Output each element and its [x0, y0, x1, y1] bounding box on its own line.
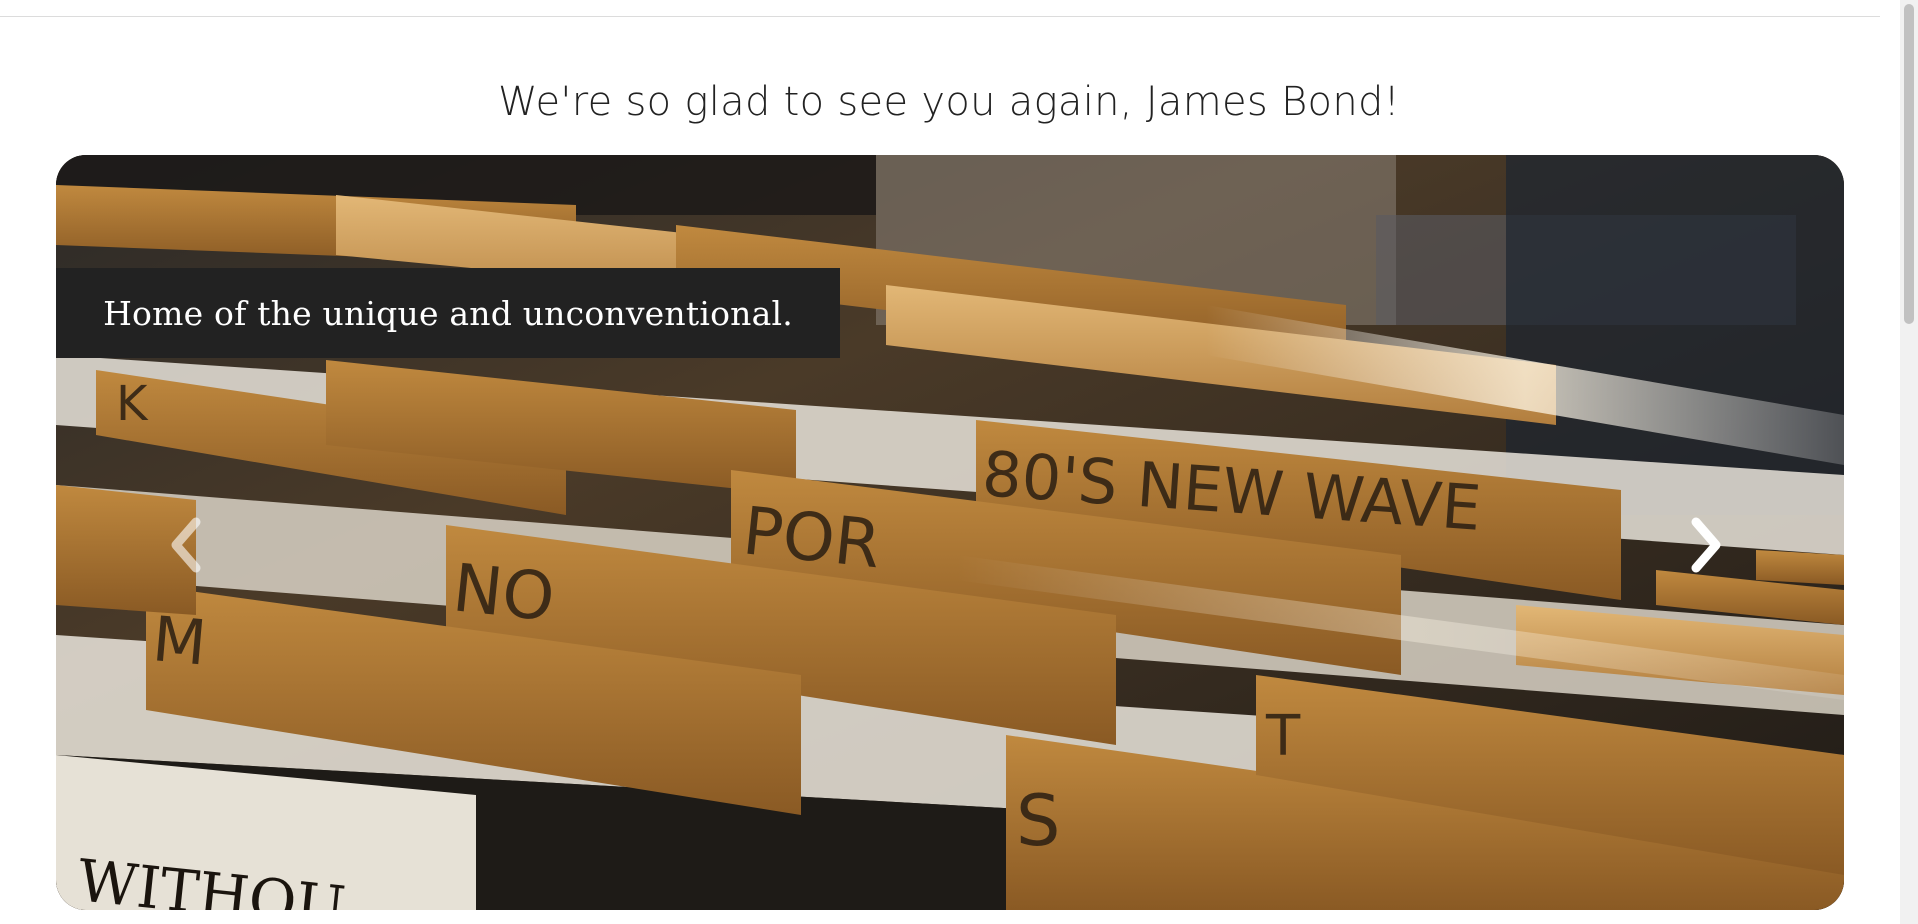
divider-label-s: S: [1016, 780, 1060, 862]
page-scrollbar[interactable]: [1900, 0, 1918, 924]
welcome-heading: We're so glad to see you again, James Bo…: [497, 78, 1401, 125]
divider-label-k: K: [116, 376, 149, 432]
header-divider: [0, 16, 1880, 17]
chevron-left-icon: [171, 517, 201, 573]
carousel-next-button[interactable]: [1676, 500, 1736, 590]
divider-label-no: NO: [449, 549, 558, 636]
divider-label-t: T: [1265, 704, 1301, 769]
carousel-prev-button[interactable]: [156, 500, 216, 590]
hero-carousel[interactable]: K 80'S NEW WAVE POR NO M S T WITHOU Home…: [56, 155, 1844, 910]
divider-label-por: POR: [739, 492, 884, 583]
page: We're so glad to see you again, James Bo…: [0, 0, 1918, 924]
scrollbar-thumb[interactable]: [1904, 4, 1914, 324]
carousel-caption-text: Home of the unique and unconventional.: [103, 293, 793, 333]
chevron-right-icon: [1691, 517, 1721, 573]
carousel-caption: Home of the unique and unconventional.: [56, 268, 840, 358]
divider-label-m: M: [150, 602, 210, 679]
